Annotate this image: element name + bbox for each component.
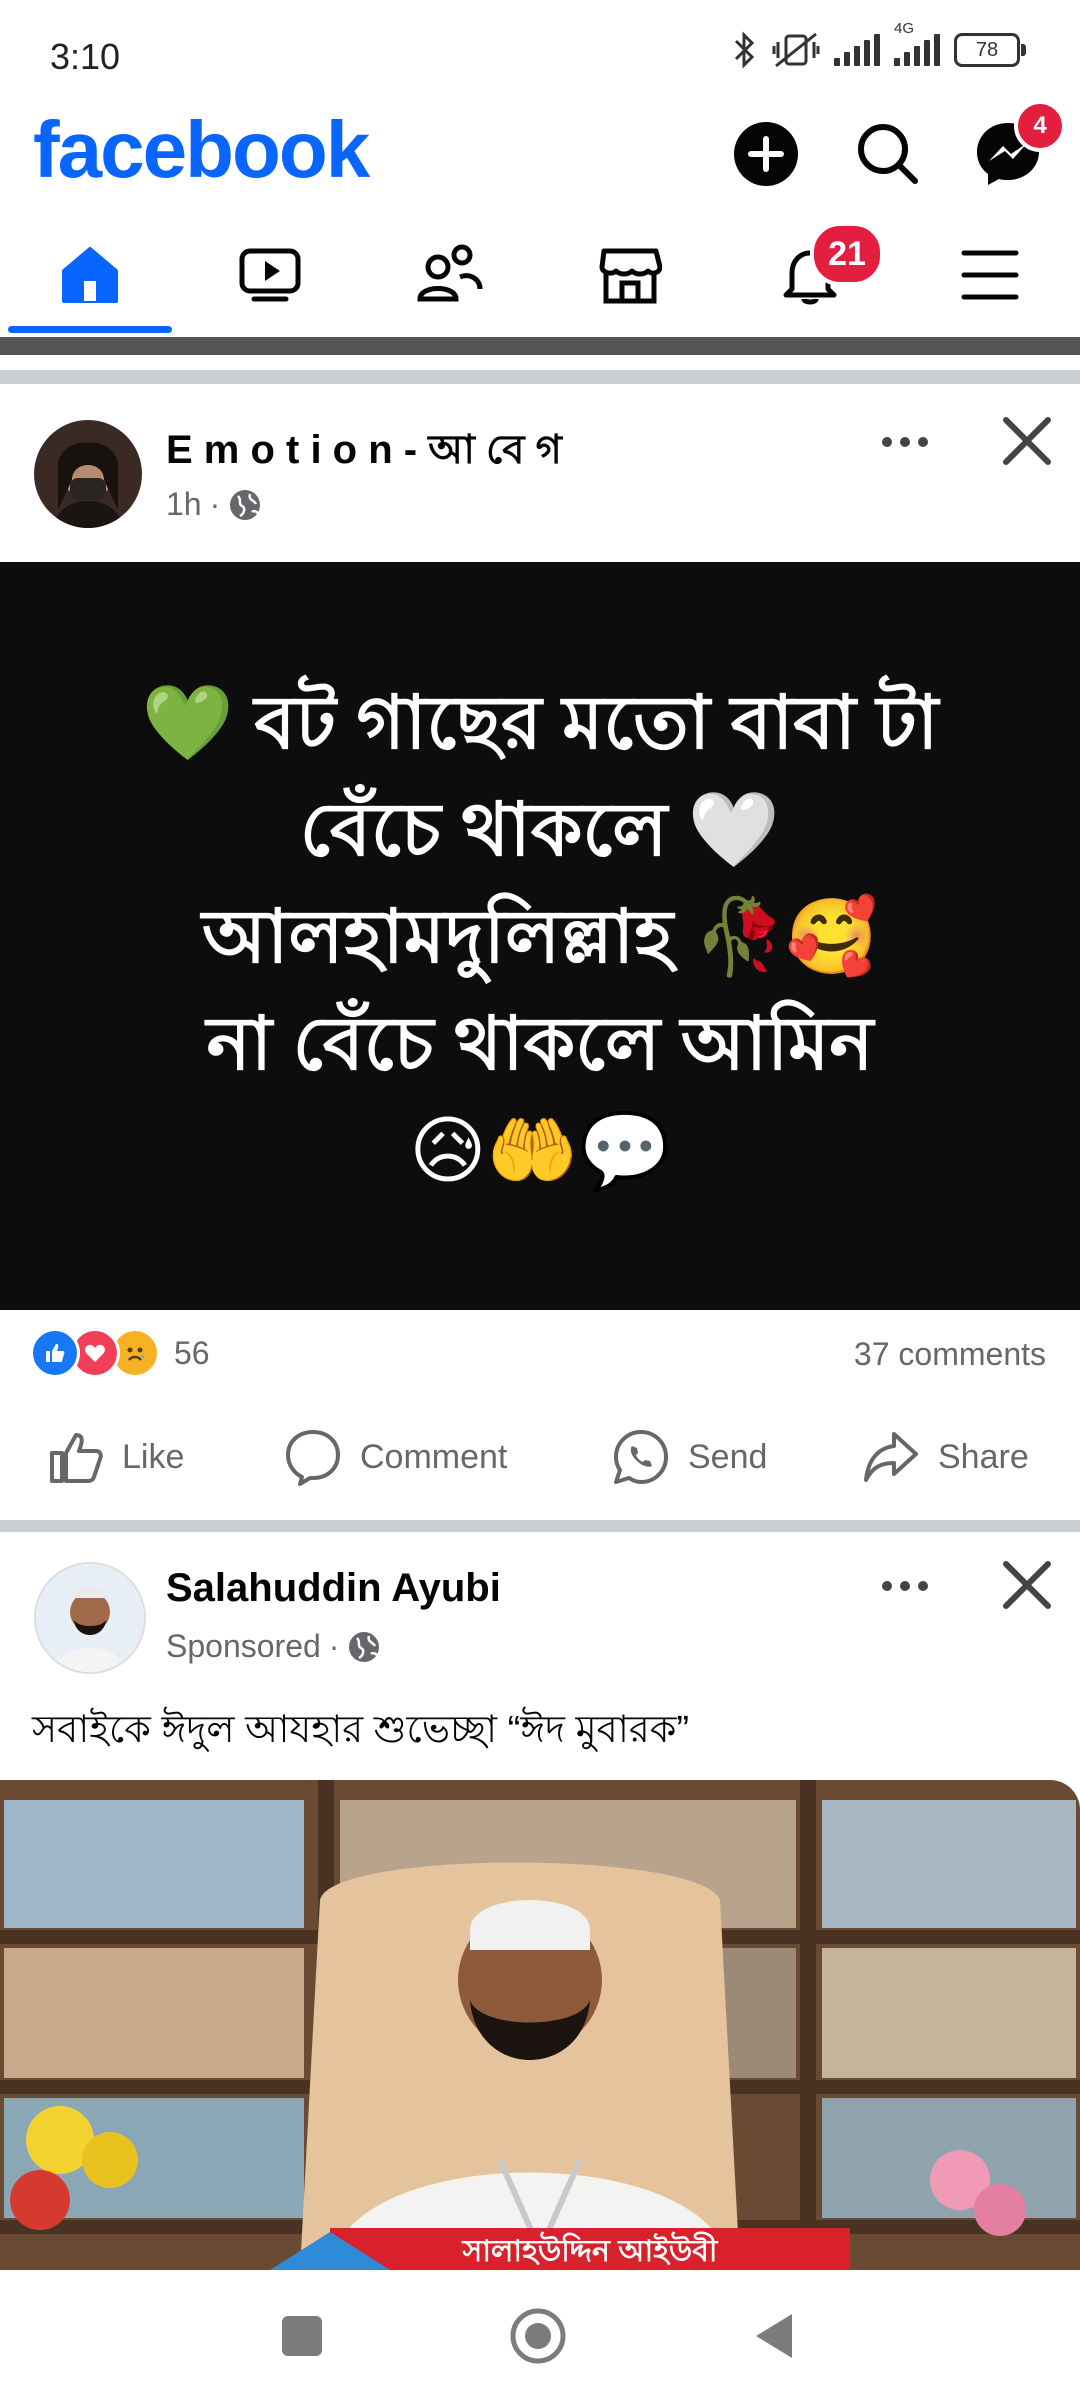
post1-reactions[interactable]: 56: [30, 1328, 210, 1378]
post2-caption: সবাইকে ঈদুল আযহার শুভেচ্ছা “ঈদ মুবারক”: [32, 1709, 689, 1751]
back-button[interactable]: [752, 2310, 796, 2362]
tab-home[interactable]: [30, 230, 150, 320]
video-icon: [239, 248, 301, 302]
signal-icon: [834, 34, 880, 66]
tab-friends[interactable]: [390, 230, 510, 320]
divider: [0, 337, 1080, 355]
post1-meta: 1h ·: [166, 486, 262, 523]
comment-button[interactable]: Comment: [284, 1422, 507, 1492]
menu-icon: [961, 250, 1019, 300]
home-button[interactable]: [508, 2306, 568, 2366]
reaction-count: 56: [174, 1334, 210, 1371]
messenger-badge: 4: [1014, 100, 1066, 152]
home-icon: [62, 247, 118, 303]
whatsapp-icon: [614, 1430, 668, 1484]
like-button[interactable]: Like: [48, 1422, 184, 1492]
plus-circle-icon: [734, 122, 798, 186]
tab-marketplace[interactable]: [570, 230, 690, 320]
globe-icon: [230, 489, 261, 520]
facebook-logo[interactable]: facebook: [33, 104, 370, 196]
active-tab-indicator: [8, 326, 172, 333]
share-label: Share: [938, 1437, 1029, 1476]
share-button[interactable]: Share: [862, 1422, 1029, 1492]
post1-author[interactable]: E m o t i o n - আ বে গ: [166, 418, 562, 485]
status-time: 3:10: [50, 36, 121, 77]
tab-menu[interactable]: [930, 230, 1050, 320]
post-separator: [0, 1520, 1080, 1532]
post2-more-button[interactable]: [870, 1566, 940, 1606]
notifications-badge: 21: [810, 222, 884, 286]
share-icon: [864, 1432, 918, 1482]
tab-video[interactable]: [210, 230, 330, 320]
recents-button[interactable]: [282, 2316, 322, 2356]
status-icons: 4G 78: [732, 20, 1026, 70]
post1-text-image[interactable]: 💚 বট গাছের মতো বাবা টা বেঁচে থাকলে 🤍 আলহ…: [0, 562, 1080, 1310]
post2-banner-text: সালাহউদ্দিন আইউবী: [462, 2235, 718, 2268]
comment-icon: [286, 1430, 340, 1486]
like-reaction-icon: [30, 1328, 80, 1378]
network-type: 4G: [894, 20, 915, 37]
like-icon: [50, 1433, 103, 1483]
post1-text: 💚 বট গাছের মতো বাবা টা বেঁচে থাকলে 🤍 আলহ…: [141, 680, 939, 1192]
search-button[interactable]: [846, 112, 930, 196]
like-label: Like: [122, 1437, 185, 1476]
system-navigation-bar: [0, 2270, 1080, 2400]
friends-icon: [417, 244, 483, 302]
vibrate-off-icon: [772, 32, 820, 68]
post1-close-icon[interactable]: [992, 406, 1062, 476]
marketplace-icon: [599, 248, 662, 304]
post1-avatar[interactable]: [34, 420, 142, 528]
globe-icon: [349, 1631, 380, 1662]
create-button[interactable]: [724, 112, 808, 196]
post2-sponsored-image[interactable]: সালাহউদ্দিন আইউবী: [0, 1780, 1080, 2270]
post2-meta: Sponsored ·: [166, 1628, 381, 1665]
battery-icon: 78: [954, 33, 1026, 67]
comment-label: Comment: [360, 1437, 508, 1476]
send-label: Send: [688, 1437, 768, 1476]
search-icon: [858, 124, 918, 184]
post2-close-icon[interactable]: [992, 1550, 1062, 1620]
send-button[interactable]: Send: [612, 1422, 767, 1492]
post2-avatar[interactable]: [34, 1562, 146, 1674]
post2-author[interactable]: Salahuddin Ayubi: [166, 1566, 501, 1611]
post1-time: 1h: [166, 486, 202, 522]
post2-sponsored: Sponsored: [166, 1628, 321, 1664]
comments-count[interactable]: 37 comments: [854, 1336, 1046, 1373]
post1-more-button[interactable]: [870, 422, 940, 462]
divider: [0, 370, 1080, 384]
signal-4g-icon: 4G: [894, 20, 940, 66]
bluetooth-icon: [734, 31, 755, 69]
